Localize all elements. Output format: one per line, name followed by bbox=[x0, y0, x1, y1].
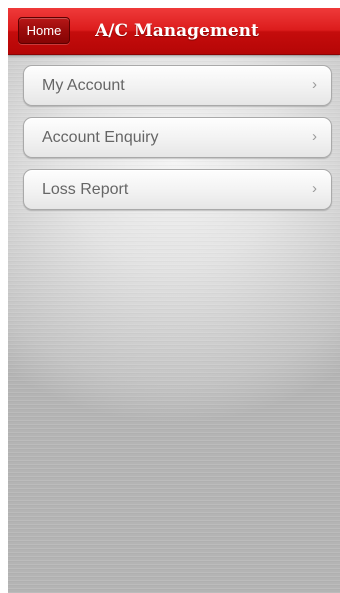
app-screen: Home A/C Management My Account › Account… bbox=[8, 8, 340, 593]
menu-item-my-account[interactable]: My Account › bbox=[23, 65, 332, 106]
chevron-right-icon: › bbox=[312, 128, 317, 145]
menu-item-label: Account Enquiry bbox=[42, 129, 159, 146]
menu-item-label: My Account bbox=[42, 77, 125, 94]
chevron-right-icon: › bbox=[312, 76, 317, 93]
menu-item-label: Loss Report bbox=[42, 181, 129, 198]
page-title: A/C Management bbox=[95, 21, 259, 41]
menu-item-loss-report[interactable]: Loss Report › bbox=[23, 169, 332, 210]
chevron-right-icon: › bbox=[312, 180, 317, 197]
account-menu: My Account › Account Enquiry › Loss Repo… bbox=[23, 65, 332, 221]
title-bar: Home A/C Management bbox=[8, 8, 340, 55]
menu-item-account-enquiry[interactable]: Account Enquiry › bbox=[23, 117, 332, 158]
